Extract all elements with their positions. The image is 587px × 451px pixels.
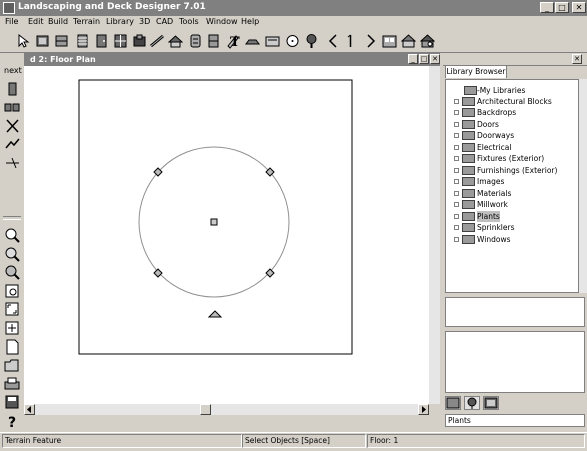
zoom-box-icon[interactable] [4,283,21,299]
tree-item[interactable]: Electrical [446,142,576,153]
vertical-scrollbar[interactable] [429,66,440,404]
tree-item[interactable]: -My Libraries [446,85,576,96]
tree-item[interactable]: Backdrops [446,107,576,118]
zoom-in-icon[interactable] [4,227,21,243]
wall-icon[interactable] [34,32,51,50]
library-catalog-icon[interactable] [483,396,499,410]
menu-edit[interactable]: Edit [28,17,44,26]
tree-item[interactable]: Doorways [446,130,576,141]
floor-plan-canvas[interactable] [24,66,429,404]
doc-maximize-button[interactable]: □ [419,54,429,64]
camera-icon[interactable] [419,32,436,50]
delete-icon[interactable] [4,136,21,152]
plan-view-icon[interactable] [381,32,398,50]
library-tree: -My Libraries Architectural Blocks Backd… [445,79,579,293]
tree-item[interactable]: Materials [446,188,576,199]
break-icon[interactable] [4,118,21,134]
horizontal-scrollbar[interactable] [24,404,429,415]
select-icon[interactable] [4,81,21,97]
tree-item[interactable]: Doors [446,119,576,130]
app-icon[interactable] [3,2,15,14]
menu-3d[interactable]: 3D [139,17,150,26]
library-browser-tab[interactable]: Library Browser [445,65,507,78]
menu-window[interactable]: Window [206,17,238,26]
roof-icon[interactable] [167,32,184,50]
tree-item[interactable]: Architectural Blocks [446,96,576,107]
tree-item[interactable]: Millwork [446,199,576,210]
library-plant-icon[interactable] [464,396,480,410]
elevation-icon[interactable] [400,32,417,50]
circle-icon[interactable] [284,32,301,50]
status-mode: Select Objects [Space] [242,434,366,448]
menu-cad[interactable]: CAD [156,17,173,26]
plant-icon[interactable] [303,32,320,50]
deck-icon[interactable] [131,32,148,50]
tree-item[interactable]: Windows [446,234,576,245]
cabinet-icon[interactable] [53,32,70,50]
door-icon[interactable] [93,32,110,50]
menu-tools[interactable]: Tools [179,17,199,26]
scroll-left-button[interactable] [24,404,35,415]
window-icon[interactable] [112,32,129,50]
menu-build[interactable]: Build [48,17,68,26]
doc-close-button[interactable]: ✕ [430,54,440,64]
up-icon[interactable] [342,32,359,50]
zoom-out-icon[interactable] [4,264,21,280]
maximize-button[interactable]: □ [555,2,569,13]
scroll-right-button[interactable] [418,404,429,415]
room-icon[interactable] [205,32,222,50]
svg-text:T: T [230,35,240,49]
doc-minimize-button[interactable]: _ [408,54,418,64]
library-preview [445,297,585,327]
menu-file[interactable]: File [5,17,18,26]
library-selected-name: Plants [445,414,585,427]
separator [3,216,21,220]
connect-icon[interactable] [4,155,21,171]
library-scrollbar[interactable] [579,79,587,293]
app-title: Landscaping and Deck Designer 7.01 [18,2,206,12]
stair-icon[interactable] [74,32,91,50]
close-button[interactable]: ✕ [572,2,586,13]
open-icon[interactable] [4,357,21,373]
select-arrow-icon[interactable] [14,32,31,50]
dimension-icon[interactable] [244,32,261,50]
library-view-icon[interactable] [445,396,461,410]
new-icon[interactable] [4,339,21,355]
wall-tool-icon[interactable] [4,100,21,116]
menu-help[interactable]: Help [241,17,259,26]
minimize-button[interactable]: _ [540,2,554,13]
tree-item[interactable]: Furnishings (Exterior) [446,165,576,176]
fill-window-icon[interactable] [4,301,21,317]
status-terrain: Terrain Feature [2,434,242,448]
text-icon[interactable]: T [226,32,243,50]
prev-icon[interactable] [325,32,342,50]
menu-library[interactable]: Library [106,17,134,26]
tree-item-selected[interactable]: Plants [446,211,576,222]
tree-item[interactable]: Sprinklers [446,222,576,233]
center-handle [210,218,218,226]
page-icon[interactable] [4,320,21,336]
help-icon[interactable]: ? [4,413,21,431]
fence-icon[interactable] [149,32,166,50]
tree-item[interactable]: Images [446,176,576,187]
zoom-tool-icon[interactable] [4,246,21,262]
library-close-button[interactable]: ✕ [572,54,582,64]
terrain-icon[interactable] [187,32,204,50]
menu-terrain[interactable]: Terrain [73,17,100,26]
doc-title: d 2: Floor Plan [30,55,96,64]
library-description [445,331,585,393]
save-icon[interactable] [4,394,21,410]
status-floor: Floor: 1 [367,434,585,448]
next-icon[interactable] [362,32,379,50]
scroll-thumb[interactable] [200,404,211,415]
svg-text:?: ? [8,415,16,429]
library-icon[interactable] [264,32,281,50]
print-icon[interactable] [4,376,21,392]
next-label[interactable]: next [4,66,22,75]
tree-item[interactable]: Fixtures (Exterior) [446,153,576,164]
